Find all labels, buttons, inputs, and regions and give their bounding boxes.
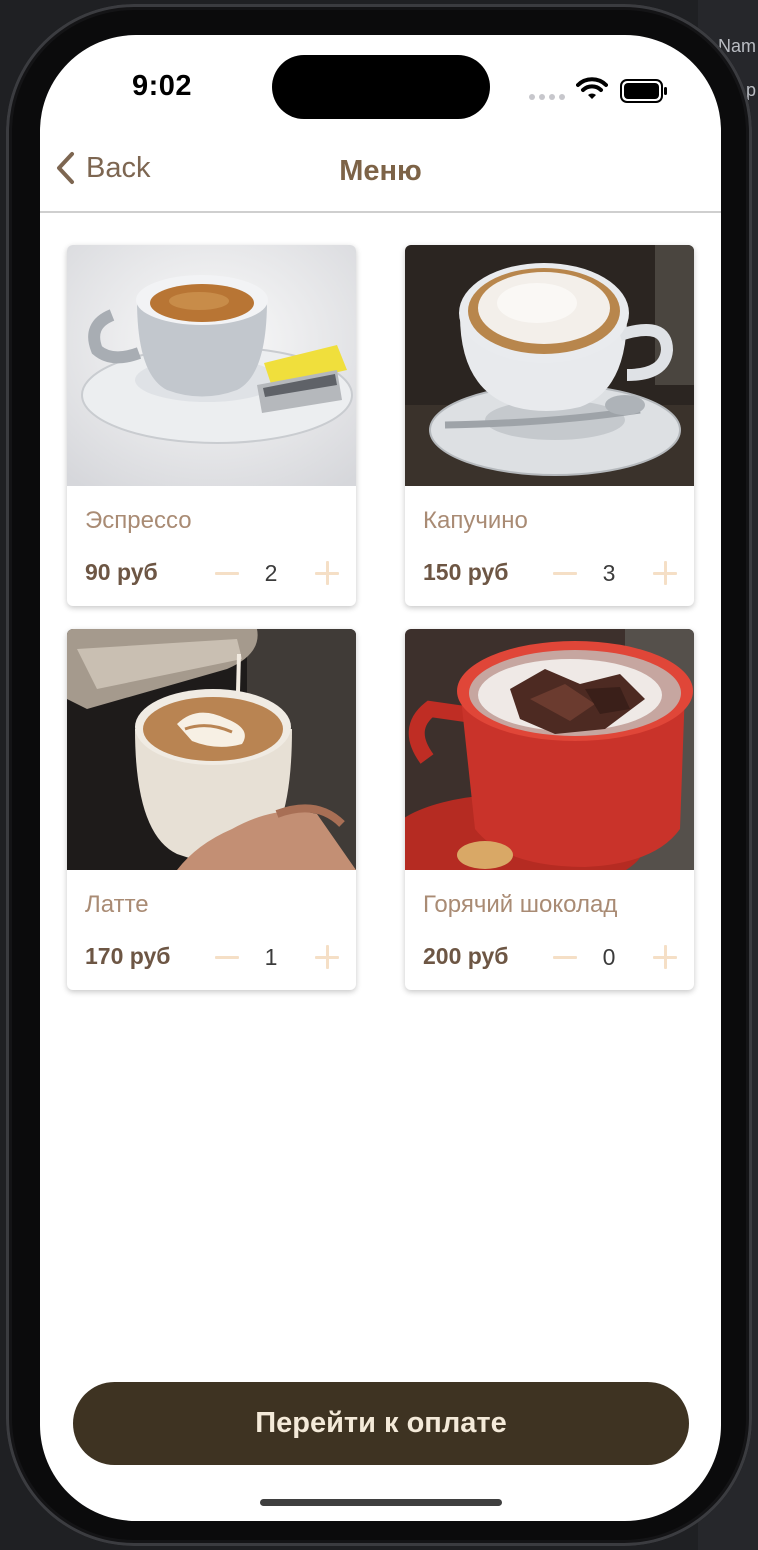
phone-screen: 9:02 Меню Back Эспрессо 90 руб 2 Капучин… bbox=[40, 35, 721, 1521]
back-label: Back bbox=[86, 151, 151, 184]
increase-button[interactable] bbox=[651, 940, 681, 974]
quantity-stepper: 3 bbox=[551, 556, 681, 590]
checkout-button[interactable]: Перейти к оплате bbox=[73, 1382, 689, 1465]
quantity-stepper: 2 bbox=[213, 556, 343, 590]
item-price: 150 руб bbox=[423, 559, 509, 585]
increase-button[interactable] bbox=[313, 556, 343, 590]
menu-item-card: Капучино 150 руб 3 bbox=[405, 245, 694, 606]
quantity-stepper: 0 bbox=[551, 940, 681, 974]
espresso-cup-photo bbox=[67, 245, 356, 486]
decrease-button[interactable] bbox=[551, 940, 581, 974]
increase-button[interactable] bbox=[313, 940, 343, 974]
latte-art-photo bbox=[67, 629, 356, 870]
hot-chocolate-cup-photo bbox=[405, 629, 694, 870]
item-name: Эспрессо bbox=[85, 507, 192, 534]
navigation-bar: Меню Back bbox=[40, 141, 721, 211]
item-name: Горячий шоколад bbox=[423, 891, 618, 918]
quantity-value: 1 bbox=[264, 944, 278, 970]
quantity-stepper: 1 bbox=[213, 940, 343, 974]
back-button[interactable]: Back bbox=[54, 151, 150, 185]
wifi-icon bbox=[576, 77, 608, 99]
home-indicator bbox=[260, 1499, 502, 1506]
menu-item-card: Горячий шоколад 200 руб 0 bbox=[405, 629, 694, 990]
item-price: 170 руб bbox=[85, 943, 171, 969]
decrease-button[interactable] bbox=[551, 556, 581, 590]
nav-divider bbox=[40, 211, 721, 213]
item-name: Капучино bbox=[423, 507, 528, 534]
increase-button[interactable] bbox=[651, 556, 681, 590]
chevron-left-icon bbox=[57, 152, 74, 184]
decrease-button[interactable] bbox=[213, 556, 243, 590]
status-time: 9:02 bbox=[132, 70, 193, 102]
menu-item-card: Латте 170 руб 1 bbox=[67, 629, 356, 990]
item-name: Латте bbox=[85, 891, 149, 918]
signal-icon bbox=[529, 94, 565, 100]
quantity-value: 2 bbox=[264, 560, 278, 586]
decrease-button[interactable] bbox=[213, 940, 243, 974]
item-price: 90 руб bbox=[85, 559, 158, 585]
phone-frame: 9:02 Меню Back Эспрессо 90 руб 2 Капучин… bbox=[6, 4, 752, 1546]
item-price: 200 руб bbox=[423, 943, 509, 969]
battery-icon bbox=[620, 79, 667, 103]
menu-item-card: Эспрессо 90 руб 2 bbox=[67, 245, 356, 606]
dynamic-island bbox=[272, 55, 490, 119]
cappuccino-cup-photo bbox=[405, 245, 694, 486]
quantity-value: 0 bbox=[602, 944, 616, 970]
quantity-value: 3 bbox=[602, 560, 616, 586]
